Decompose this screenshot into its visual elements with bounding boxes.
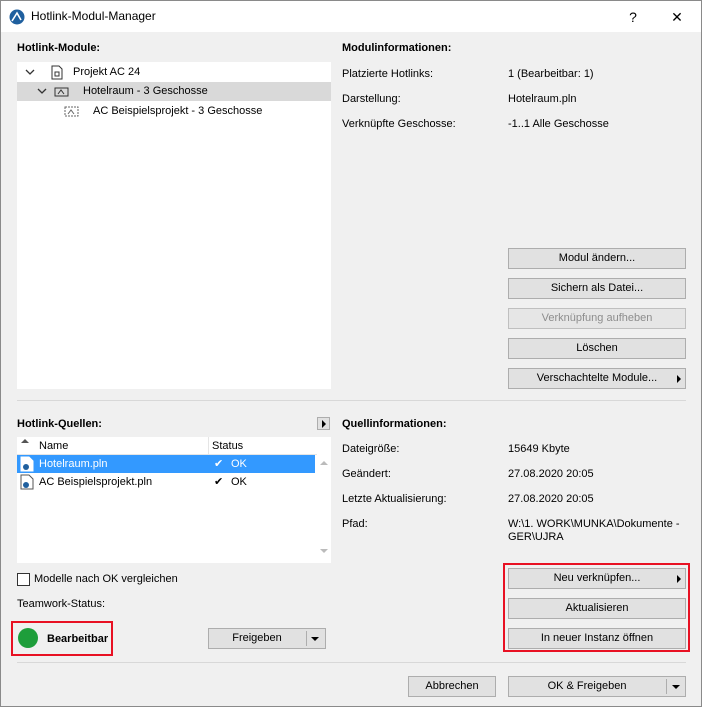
chevron-down-icon[interactable] [672, 685, 680, 689]
column-header-name[interactable]: Name [39, 440, 68, 452]
dialog-window: Hotlink-Modul-Manager ? ✕ Hotlink-Module… [0, 0, 702, 707]
teamwork-status-dot-icon [18, 628, 38, 648]
source-status: OK [231, 476, 247, 488]
source-status: OK [231, 458, 247, 470]
source-info-section-label: Quellinformationen: [342, 418, 447, 430]
unlink-button[interactable]: Verknüpfung aufheben [508, 308, 686, 329]
sources-scrollbar[interactable] [317, 437, 331, 563]
source-key-path: Pfad: [342, 518, 368, 530]
scroll-up-icon[interactable] [320, 461, 328, 465]
tree-item-project[interactable]: Projekt AC 24 [17, 63, 331, 82]
split-separator [666, 679, 667, 694]
nested-modules-button[interactable]: Verschachtelte Module... [508, 368, 686, 389]
sources-list-header: Name Status [17, 437, 317, 455]
ok-release-split-button[interactable]: OK & Freigeben [508, 676, 686, 697]
source-value-path-line2: GER\UJRA [508, 531, 564, 543]
modules-tree: Projekt AC 24 Hotelraum - 3 Geschosse AC… [17, 62, 331, 389]
compare-models-checkbox[interactable] [17, 573, 30, 586]
chevron-down-icon[interactable] [37, 82, 47, 101]
tree-item-ac-beispiel[interactable]: AC Beispielsprojekt - 3 Geschosse [17, 102, 331, 121]
help-button[interactable]: ? [613, 5, 653, 29]
edit-module-button[interactable]: Modul ändern... [508, 248, 686, 269]
title-bar: Hotlink-Modul-Manager ? ✕ [1, 1, 701, 32]
archicad-logo-icon [9, 9, 25, 25]
info-value-display: Hotelraum.pln [508, 93, 577, 105]
tree-item-label: Hotelraum - 3 Geschosse [83, 85, 208, 97]
info-key-placed-hotlinks: Platzierte Hotlinks: [342, 68, 434, 80]
info-value-placed-hotlinks: 1 (Bearbeitbar: 1) [508, 68, 594, 80]
info-value-linked-stories: -1..1 Alle Geschosse [508, 118, 609, 130]
source-value-path-line1: W:\1. WORK\MUNKA\Dokumente - [508, 518, 680, 530]
pln-file-icon [20, 474, 34, 490]
teamwork-status-value: Bearbeitbar [47, 633, 109, 645]
modules-section-label: Hotlink-Module: [17, 42, 101, 54]
tree-item-label: AC Beispielsprojekt - 3 Geschosse [93, 105, 263, 117]
chevron-down-icon[interactable] [311, 637, 319, 641]
list-item[interactable]: AC Beispielsprojekt.pln ✔ OK [17, 473, 315, 491]
split-separator [306, 631, 307, 646]
project-file-icon [51, 65, 63, 80]
column-header-status[interactable]: Status [212, 440, 243, 452]
checkmark-icon: ✔ [214, 458, 224, 470]
ok-release-label: OK & Freigeben [547, 680, 627, 692]
compare-models-label: Modelle nach OK vergleichen [34, 573, 178, 585]
source-name: AC Beispielsprojekt.pln [39, 476, 153, 488]
save-as-file-button[interactable]: Sichern als Datei... [508, 278, 686, 299]
nested-modules-label: Verschachtelte Module... [536, 372, 658, 384]
relink-button-label: Neu verknüpfen... [553, 572, 641, 584]
scroll-down-icon[interactable] [320, 549, 328, 553]
source-key-modified: Geändert: [342, 468, 391, 480]
sources-section-label: Hotlink-Quellen: [17, 418, 102, 430]
delete-button[interactable]: Löschen [508, 338, 686, 359]
column-separator [208, 437, 209, 455]
source-value-size: 15649 Kbyte [508, 443, 570, 455]
footer-divider [17, 662, 686, 663]
open-new-instance-button[interactable]: In neuer Instanz öffnen [508, 628, 686, 649]
module-info-section-label: Modulinformationen: [342, 42, 452, 54]
submenu-arrow-icon [677, 375, 681, 383]
source-name: Hotelraum.pln [39, 458, 108, 470]
tree-item-label: Projekt AC 24 [73, 66, 141, 78]
hotlink-module-icon [54, 87, 69, 97]
hotlink-module-icon [64, 106, 79, 117]
info-key-display: Darstellung: [342, 93, 401, 105]
pln-file-icon [20, 456, 34, 472]
sources-list: Name Status Hotelraum.pln ✔ OK AC Beispi… [17, 437, 331, 563]
source-value-last-update: 27.08.2020 20:05 [508, 493, 594, 505]
source-value-modified: 27.08.2020 20:05 [508, 468, 594, 480]
relink-button[interactable]: Neu verknüpfen... [508, 568, 686, 589]
window-title: Hotlink-Modul-Manager [31, 9, 156, 23]
list-item[interactable]: Hotelraum.pln ✔ OK [17, 455, 315, 473]
chevron-down-icon[interactable] [25, 63, 35, 82]
update-button[interactable]: Aktualisieren [508, 598, 686, 619]
info-key-linked-stories: Verknüpfte Geschosse: [342, 118, 456, 130]
source-key-size: Dateigröße: [342, 443, 400, 455]
close-button[interactable]: ✕ [657, 5, 697, 29]
source-key-last-update: Letzte Aktualisierung: [342, 493, 447, 505]
tree-item-hotelraum[interactable]: Hotelraum - 3 Geschosse [17, 82, 331, 101]
release-button-label: Freigeben [232, 632, 282, 644]
sort-asc-icon [21, 439, 29, 443]
submenu-arrow-icon [677, 575, 681, 583]
cancel-button[interactable]: Abbrechen [408, 676, 496, 697]
expand-arrow-icon [322, 420, 326, 428]
section-divider [17, 400, 686, 401]
teamwork-status-label: Teamwork-Status: [17, 598, 106, 610]
expand-panel-button[interactable] [317, 417, 330, 430]
checkmark-icon: ✔ [214, 476, 224, 488]
release-split-button[interactable]: Freigeben [208, 628, 326, 649]
